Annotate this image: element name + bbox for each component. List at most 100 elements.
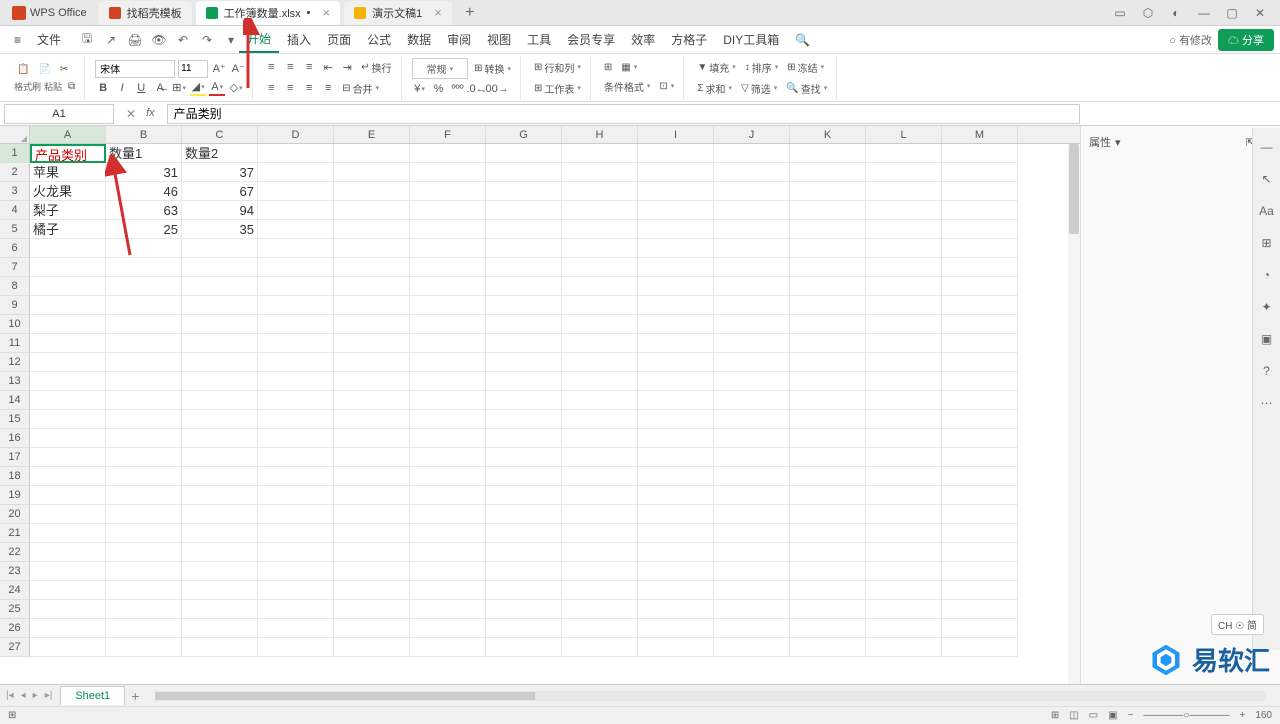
save-icon[interactable]: 🖫 — [79, 32, 95, 48]
cell[interactable]: 25 — [106, 220, 182, 239]
cell[interactable] — [486, 562, 562, 581]
size-down-button[interactable]: A⁻ — [230, 61, 246, 77]
cell[interactable] — [334, 277, 410, 296]
align-center-button[interactable]: ≡ — [282, 80, 298, 96]
zoom-value[interactable]: 160 — [1255, 710, 1272, 721]
cell[interactable] — [30, 619, 106, 638]
cell[interactable] — [410, 562, 486, 581]
cell[interactable] — [182, 410, 258, 429]
cell[interactable] — [942, 543, 1018, 562]
cell[interactable] — [106, 486, 182, 505]
cell[interactable] — [106, 619, 182, 638]
cell[interactable] — [866, 486, 942, 505]
minimize-icon[interactable]: — — [1196, 5, 1212, 21]
cell[interactable] — [258, 315, 334, 334]
cell[interactable] — [942, 448, 1018, 467]
cell[interactable] — [182, 543, 258, 562]
align-top-button[interactable]: ≡ — [263, 59, 279, 75]
select-all-corner[interactable] — [0, 126, 30, 144]
cell[interactable] — [106, 448, 182, 467]
cell[interactable] — [410, 600, 486, 619]
style-icon[interactable]: Aa — [1258, 202, 1276, 220]
cell[interactable] — [866, 182, 942, 201]
cell[interactable] — [410, 524, 486, 543]
cell[interactable] — [714, 600, 790, 619]
cell[interactable]: 数量2 — [182, 144, 258, 163]
paste-button[interactable]: 📄 — [35, 62, 53, 77]
help-icon[interactable]: ? — [1258, 362, 1276, 380]
cell[interactable] — [30, 638, 106, 657]
cell[interactable] — [638, 353, 714, 372]
cell[interactable] — [942, 182, 1018, 201]
cell[interactable] — [334, 315, 410, 334]
cell[interactable] — [30, 391, 106, 410]
format-select[interactable]: 常规▾ — [412, 58, 469, 79]
cell[interactable] — [334, 543, 410, 562]
cell[interactable] — [714, 220, 790, 239]
view-page-icon[interactable]: ◫ — [1069, 710, 1078, 721]
cell[interactable] — [790, 201, 866, 220]
cell[interactable] — [562, 505, 638, 524]
cell[interactable] — [562, 410, 638, 429]
cell[interactable] — [638, 505, 714, 524]
cell[interactable] — [790, 372, 866, 391]
cell[interactable] — [182, 486, 258, 505]
cell[interactable] — [334, 448, 410, 467]
cell[interactable] — [30, 372, 106, 391]
cell[interactable] — [942, 581, 1018, 600]
scroll-thumb[interactable] — [1069, 144, 1079, 234]
cell[interactable] — [486, 429, 562, 448]
row-header[interactable]: 15 — [0, 410, 30, 429]
cell[interactable] — [866, 505, 942, 524]
cell[interactable] — [30, 277, 106, 296]
cell[interactable] — [182, 296, 258, 315]
col-header-m[interactable]: M — [942, 126, 1018, 143]
cell[interactable] — [562, 353, 638, 372]
cell[interactable] — [258, 505, 334, 524]
cell[interactable] — [486, 258, 562, 277]
cell[interactable] — [638, 410, 714, 429]
cell[interactable] — [182, 353, 258, 372]
cell[interactable] — [942, 315, 1018, 334]
cell[interactable] — [562, 258, 638, 277]
cell[interactable] — [714, 144, 790, 163]
col-header-a[interactable]: A — [30, 126, 106, 143]
prev-sheet-button[interactable]: ◂ — [19, 690, 28, 701]
cell[interactable] — [258, 144, 334, 163]
cell[interactable] — [562, 182, 638, 201]
search-icon[interactable]: 🔍 — [787, 29, 818, 51]
cell[interactable] — [638, 182, 714, 201]
cell[interactable] — [334, 562, 410, 581]
cell[interactable] — [942, 334, 1018, 353]
cell[interactable] — [258, 182, 334, 201]
fill-button[interactable]: ▼填充▾ — [694, 58, 738, 77]
cell[interactable] — [182, 581, 258, 600]
cell[interactable] — [638, 619, 714, 638]
cell[interactable] — [30, 410, 106, 429]
cell[interactable] — [106, 429, 182, 448]
cell[interactable]: 产品类别 — [30, 144, 106, 163]
preview-icon[interactable]: 👁 — [151, 32, 167, 48]
cell[interactable] — [486, 543, 562, 562]
cell[interactable] — [714, 467, 790, 486]
align-mid-button[interactable]: ≡ — [282, 59, 298, 75]
close-icon[interactable]: ✕ — [1252, 5, 1268, 21]
last-sheet-button[interactable]: ▸| — [43, 690, 55, 701]
cell[interactable] — [182, 448, 258, 467]
cell[interactable] — [942, 144, 1018, 163]
cell[interactable] — [258, 201, 334, 220]
cell[interactable] — [942, 410, 1018, 429]
row-header[interactable]: 11 — [0, 334, 30, 353]
cell[interactable] — [942, 163, 1018, 182]
cell[interactable] — [30, 353, 106, 372]
cell[interactable] — [334, 505, 410, 524]
cell[interactable] — [106, 600, 182, 619]
cell[interactable] — [258, 220, 334, 239]
cell[interactable] — [790, 144, 866, 163]
cell[interactable] — [258, 239, 334, 258]
align-bot-button[interactable]: ≡ — [301, 59, 317, 75]
cell[interactable] — [106, 543, 182, 562]
cell[interactable] — [714, 581, 790, 600]
cell[interactable] — [866, 315, 942, 334]
view-break-icon[interactable]: ▭ — [1089, 710, 1098, 721]
